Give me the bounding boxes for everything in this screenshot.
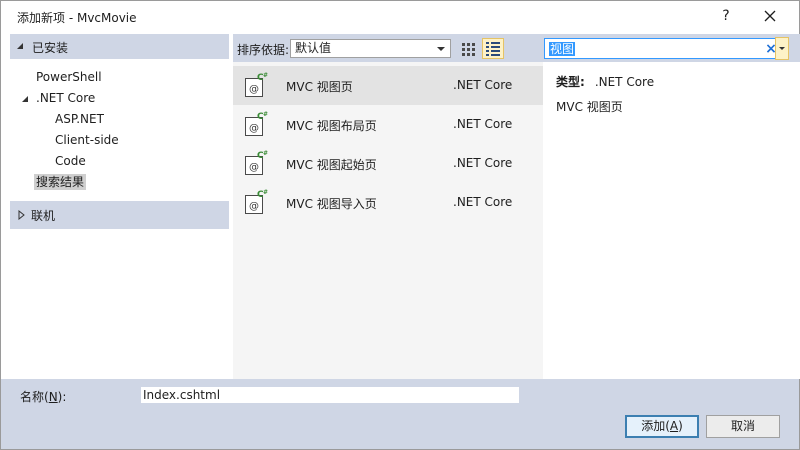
tree-item-powershell[interactable]: PowerShell [36, 68, 102, 87]
cancel-label: 取消 [730, 419, 755, 433]
svg-text:@: @ [249, 201, 259, 212]
search-area: 视图 × [543, 34, 800, 62]
list-view-icon [486, 42, 500, 56]
template-name: MVC 视图页 [286, 80, 353, 94]
template-name: MVC 视图起始页 [286, 158, 377, 172]
add-new-item-dialog: 添加新项 - MvcMovie ? 已安装 PowerShell .NET Co… [0, 0, 800, 450]
category-tree: 已安装 PowerShell .NET Core ASP.NET Client-… [10, 34, 229, 379]
sort-dropdown[interactable]: 默认值 [290, 39, 451, 58]
expanded-arrow-icon[interactable] [21, 95, 29, 103]
grid-view-icon [462, 43, 475, 56]
expanded-arrow-icon [17, 43, 23, 49]
details-pane: 类型: .NET Core MVC 视图页 [544, 62, 800, 379]
csharp-razor-file-icon: @ C # [245, 150, 268, 175]
template-description: MVC 视图页 [556, 100, 623, 114]
type-value: .NET Core [594, 75, 655, 89]
svg-text:#: # [263, 189, 268, 196]
template-type: .NET Core [453, 78, 513, 92]
csharp-razor-file-icon: @ C # [245, 111, 268, 136]
search-input[interactable]: 视图 × [544, 38, 788, 59]
sort-value: 默认值 [295, 41, 332, 55]
csharp-razor-file-icon: @ C # [245, 189, 268, 214]
tree-item-search-results[interactable]: 搜索结果 [34, 173, 87, 192]
tree-item-label: 搜索结果 [34, 174, 87, 190]
template-type: .NET Core [453, 117, 513, 131]
template-name: MVC 视图导入页 [286, 197, 377, 211]
tree-item-code[interactable]: Code [55, 152, 86, 171]
cancel-button[interactable]: 取消 [706, 415, 780, 438]
tree-item-aspnet[interactable]: ASP.NET [55, 110, 104, 129]
add-button[interactable]: 添加(A) [625, 415, 699, 438]
svg-text:#: # [263, 150, 268, 157]
template-name: MVC 视图布局页 [286, 119, 377, 133]
svg-text:@: @ [249, 84, 259, 95]
tree-item-label: ASP.NET [55, 112, 104, 126]
sort-label: 排序依据: [237, 43, 290, 57]
window-title: 添加新项 - MvcMovie [17, 11, 137, 25]
collapsed-arrow-icon [18, 210, 25, 220]
template-list: @ C # MVC 视图页 .NET Core @ C # MVC 视图布局页 … [233, 62, 543, 379]
list-item[interactable]: @ C # MVC 视图页 .NET Core [233, 66, 543, 105]
list-view-button[interactable] [482, 38, 504, 59]
chevron-down-icon [437, 47, 445, 51]
installed-section-header[interactable]: 已安装 [10, 34, 229, 59]
title-bar: 添加新项 - MvcMovie ? [1, 1, 799, 32]
list-item[interactable]: @ C # MVC 视图起始页 .NET Core [233, 144, 543, 183]
close-button[interactable] [758, 5, 782, 27]
type-row: 类型: .NET Core [556, 73, 654, 90]
help-button[interactable]: ? [715, 5, 737, 27]
svg-text:#: # [263, 111, 268, 118]
search-options-button[interactable] [775, 37, 789, 60]
bottom-panel: 名称(N): Index.cshtml 添加(A) 取消 [1, 379, 799, 449]
svg-text:@: @ [249, 123, 259, 134]
online-section-header[interactable]: 联机 [10, 201, 229, 229]
name-value: Index.cshtml [143, 388, 221, 402]
template-type: .NET Core [453, 195, 513, 209]
installed-label: 已安装 [32, 41, 69, 55]
template-type: .NET Core [453, 156, 513, 170]
grid-view-button[interactable] [458, 39, 478, 59]
close-icon [764, 10, 776, 22]
svg-text:@: @ [249, 162, 259, 173]
svg-text:#: # [263, 72, 268, 79]
sort-toolbar: 排序依据: 默认值 [233, 34, 543, 62]
type-key: 类型: [556, 75, 585, 89]
chevron-down-icon [779, 47, 785, 50]
online-label: 联机 [31, 209, 56, 223]
tree-item-net-core[interactable]: .NET Core [36, 89, 95, 108]
tree-item-label: Client-side [55, 133, 119, 147]
tree-item-label: .NET Core [36, 91, 96, 105]
name-label: 名称(N): [20, 390, 67, 404]
tree-item-label: PowerShell [36, 70, 102, 84]
tree-item-label: Code [55, 154, 86, 168]
list-item[interactable]: @ C # MVC 视图布局页 .NET Core [233, 105, 543, 144]
name-field[interactable]: Index.cshtml [140, 386, 520, 404]
search-text: 视图 [549, 42, 576, 56]
csharp-razor-file-icon: @ C # [245, 72, 268, 97]
list-item[interactable]: @ C # MVC 视图导入页 .NET Core [233, 183, 543, 222]
tree-item-client-side[interactable]: Client-side [55, 131, 119, 150]
